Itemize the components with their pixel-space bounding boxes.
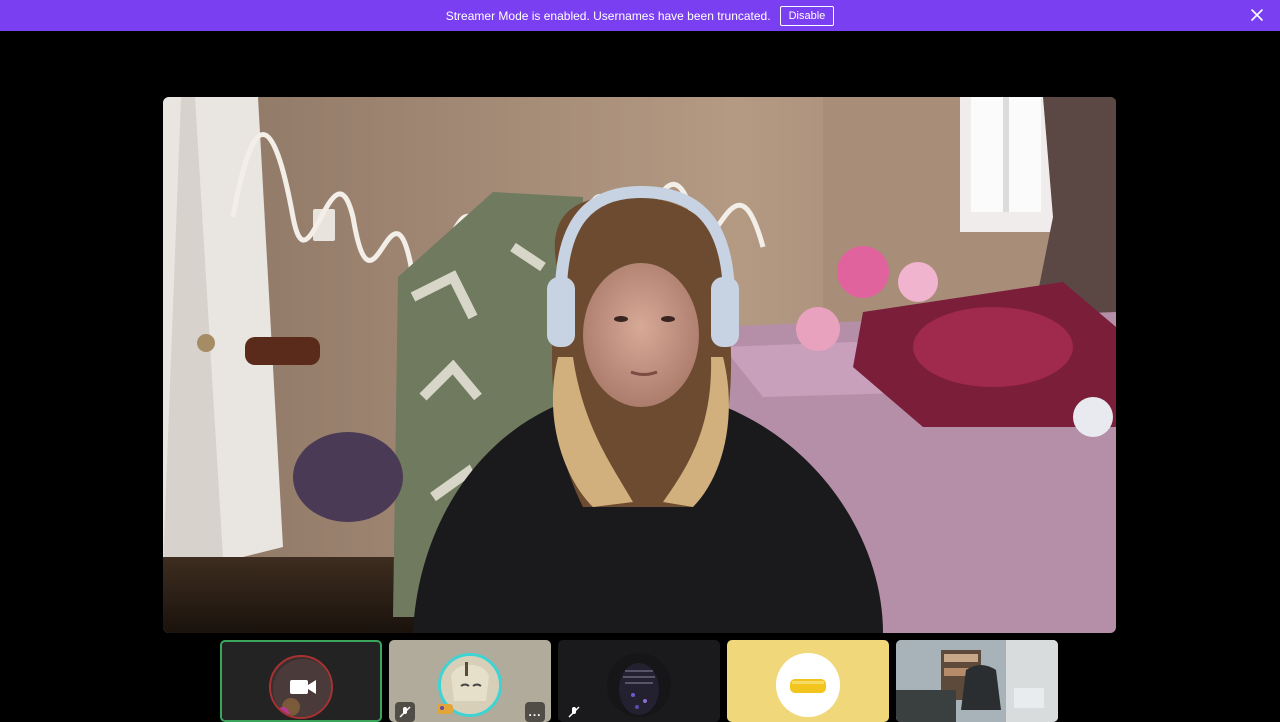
main-video-stream[interactable]: [163, 97, 1116, 633]
banner-content: Streamer Mode is enabled. Usernames have…: [445, 5, 835, 26]
sticker-icon: [435, 700, 455, 721]
close-icon[interactable]: [1250, 8, 1264, 22]
more-options-button[interactable]: ...: [525, 702, 545, 722]
more-options-label: ...: [528, 705, 542, 719]
participant-tile-3[interactable]: [558, 640, 720, 722]
participant-tile-4[interactable]: [727, 640, 889, 722]
video-camera-icon: [290, 678, 316, 701]
banner-message: Streamer Mode is enabled. Usernames have…: [445, 8, 771, 23]
muted-microphone-icon: [564, 702, 584, 722]
participant-tile-1[interactable]: [220, 640, 382, 722]
streamer-mode-banner: Streamer Mode is enabled. Usernames have…: [0, 0, 1280, 31]
avatar: [776, 653, 840, 717]
webcam-scene: [163, 97, 1116, 633]
participant-video: [896, 640, 1058, 722]
participant-tile-2[interactable]: ...: [389, 640, 551, 722]
disable-streamer-mode-button[interactable]: Disable: [779, 5, 835, 26]
avatar: [607, 653, 671, 717]
participant-tile-5[interactable]: [896, 640, 1058, 722]
muted-microphone-icon: [395, 702, 415, 722]
